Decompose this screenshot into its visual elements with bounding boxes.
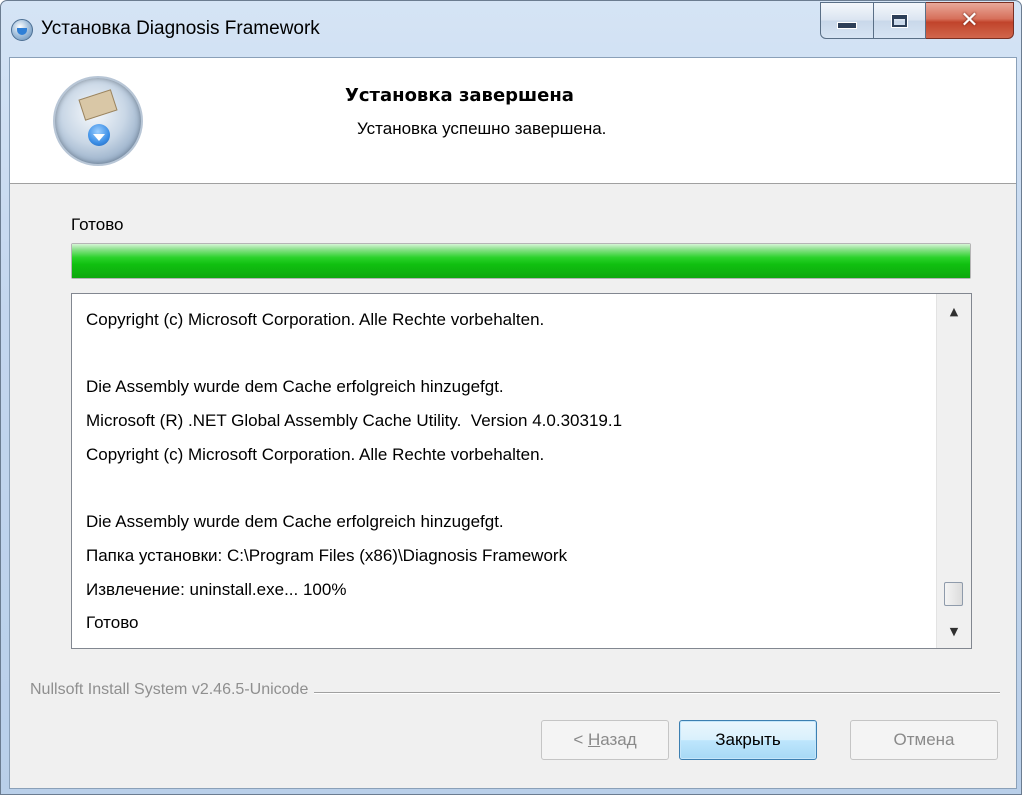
log-line: Готово bbox=[86, 613, 139, 633]
scroll-thumb[interactable] bbox=[944, 582, 963, 606]
log-line: Папка установки: C:\Program Files (x86)\… bbox=[86, 545, 568, 565]
close-button[interactable]: Закрыть bbox=[679, 720, 817, 760]
title-bar[interactable]: Установка Diagnosis Framework ✕ bbox=[1, 1, 1021, 57]
arrow-up-icon: ▲ bbox=[949, 304, 959, 318]
installer-disk-icon bbox=[11, 19, 33, 41]
log-lines: Copyright (c) Microsoft Corporation. All… bbox=[86, 303, 926, 640]
scroll-up-button[interactable]: ▲ bbox=[937, 294, 971, 328]
back-button-label: азад bbox=[600, 730, 637, 749]
installer-logo-icon bbox=[53, 76, 143, 166]
progress-fill bbox=[72, 244, 970, 278]
page-subtitle: Установка успешно завершена. bbox=[357, 119, 607, 138]
maximize-button[interactable] bbox=[874, 2, 926, 39]
log-line: Microsoft (R) .NET Global Assembly Cache… bbox=[86, 411, 623, 431]
log-line: Die Assembly wurde dem Cache erfolgreich… bbox=[86, 512, 504, 532]
page-header: Установка завершена Установка успешно за… bbox=[10, 58, 1016, 184]
package-icon bbox=[78, 89, 118, 121]
branding-text: Nullsoft Install System v2.46.5-Unicode bbox=[30, 681, 315, 699]
log-line: Copyright (c) Microsoft Corporation. All… bbox=[86, 444, 545, 464]
minimize-icon bbox=[837, 22, 857, 29]
status-label: Готово bbox=[71, 215, 124, 234]
back-button[interactable]: < Назад bbox=[541, 720, 669, 760]
log-line: Извлечение: uninstall.exe... 100% bbox=[86, 579, 347, 599]
back-button-prefix: < bbox=[573, 730, 588, 749]
log-line: Die Assembly wurde dem Cache erfolgreich… bbox=[86, 377, 504, 397]
log-scrollbar[interactable]: ▲ ▼ bbox=[936, 294, 971, 648]
scroll-down-button[interactable]: ▼ bbox=[937, 614, 971, 648]
page-title: Установка завершена bbox=[345, 85, 574, 106]
minimize-button[interactable] bbox=[820, 2, 874, 39]
maximize-icon bbox=[891, 13, 908, 28]
client-area: Установка завершена Установка успешно за… bbox=[9, 57, 1017, 789]
arrow-down-icon: ▼ bbox=[949, 624, 959, 638]
close-icon: ✕ bbox=[960, 8, 979, 33]
install-log[interactable]: Copyright (c) Microsoft Corporation. All… bbox=[71, 293, 972, 649]
progress-bar bbox=[71, 243, 971, 279]
close-window-button[interactable]: ✕ bbox=[926, 2, 1014, 39]
back-button-mnemonic: Н bbox=[587, 730, 601, 749]
cancel-button[interactable]: Отмена bbox=[850, 720, 998, 760]
installer-window: Установка Diagnosis Framework ✕ Установк… bbox=[0, 0, 1022, 795]
log-line: Copyright (c) Microsoft Corporation. All… bbox=[86, 310, 545, 329]
window-title: Установка Diagnosis Framework bbox=[41, 18, 320, 39]
download-arrow-icon bbox=[88, 124, 110, 146]
caption-buttons: ✕ bbox=[820, 2, 1014, 40]
